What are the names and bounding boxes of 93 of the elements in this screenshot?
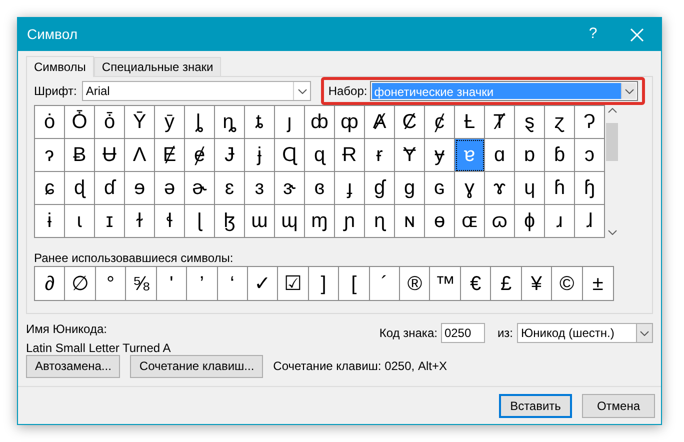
symbol-cell[interactable]: ȵ — [215, 106, 245, 140]
symbol-cell[interactable]: Ⱦ — [485, 106, 515, 140]
unicode-name-label: Имя Юникода: — [26, 321, 107, 338]
symbol-cell[interactable]: ɚ — [185, 172, 215, 206]
symbol-cell[interactable]: Ʌ — [125, 139, 155, 172]
symbol-cell[interactable]: ȸ — [305, 106, 335, 140]
from-label: из: — [497, 325, 513, 342]
symbol-cell[interactable]: ɀ — [545, 106, 575, 140]
symbol-cell[interactable]: ɍ — [365, 139, 395, 172]
symbol-cell[interactable]: Ȳ — [125, 106, 155, 140]
symbol-cell[interactable]: ȳ — [155, 106, 185, 140]
symbol-cell[interactable]: ɟ — [335, 172, 365, 206]
insert-button[interactable]: Вставить — [499, 394, 572, 418]
symbol-cell[interactable]: ɵ — [425, 205, 455, 238]
symbol-cell[interactable]: ɜ — [245, 172, 275, 206]
symbol-cell[interactable]: ȯ — [35, 106, 65, 140]
symbol-cell[interactable]: Ⱥ — [365, 106, 395, 140]
symbol-cell[interactable]: ɰ — [275, 205, 305, 238]
window-title: Символ — [27, 25, 78, 44]
symbol-cell[interactable]: ɡ — [395, 172, 425, 206]
recent-symbol[interactable]: ± — [582, 267, 614, 300]
dialog-button[interactable]: Автозамена... — [26, 354, 120, 378]
symbol-cell[interactable]: ȹ — [335, 106, 365, 140]
cancel-button[interactable]: Отмена — [582, 394, 655, 418]
symbol-cell[interactable]: Ɋ — [275, 139, 305, 172]
tab[interactable]: Символы — [26, 56, 94, 78]
font-dropdown[interactable]: Arial — [82, 81, 312, 102]
symbol-cell[interactable]: ə — [155, 172, 185, 206]
symbol-cell[interactable]: ɗ — [95, 172, 125, 206]
symbol-cell[interactable]: ɮ — [215, 205, 245, 238]
symbol-cell[interactable]: ȱ — [95, 106, 125, 140]
symbol-cell[interactable]: ɥ — [515, 172, 545, 206]
symbol-cell[interactable]: ɬ — [155, 205, 185, 238]
symbol-cell[interactable]: ɯ — [245, 205, 275, 238]
symbol-cell[interactable]: ɠ — [365, 172, 395, 206]
symbol-cell[interactable]: ɢ — [425, 172, 455, 206]
symbol-cell[interactable]: ɦ — [545, 172, 575, 206]
symbol-cell[interactable]: ȶ — [245, 106, 275, 140]
symbol-cell[interactable]: ȴ — [185, 106, 215, 140]
symbol-cell[interactable]: Ʉ — [95, 139, 125, 172]
symbol-cell[interactable]: ɪ — [95, 205, 125, 238]
symbol-cell[interactable]: ɷ — [485, 205, 515, 238]
symbol-cell[interactable]: ɋ — [305, 139, 335, 172]
symbol-cell[interactable]: ɓ — [545, 139, 575, 172]
tab[interactable]: Специальные знаки — [94, 57, 222, 76]
symbol-cell[interactable]: Ɏ — [395, 139, 425, 172]
symbol-cell[interactable]: ɱ — [305, 205, 335, 238]
symbol-cell[interactable]: ɒ — [515, 139, 545, 172]
symbol-cell[interactable]: ɨ — [35, 205, 65, 238]
symbol-cell[interactable]: ɂ — [35, 139, 65, 172]
symbol-cell[interactable]: ɇ — [185, 139, 215, 172]
symbol-cell[interactable]: ɕ — [35, 172, 65, 206]
dialog-button[interactable]: Сочетание клавиш... — [130, 354, 264, 378]
symbol-cell[interactable]: Ɍ — [335, 139, 365, 172]
symbol-cell[interactable]: ȿ — [515, 106, 545, 140]
symbol-cell[interactable]: ɤ — [485, 172, 515, 206]
symbol-cell[interactable]: ɣ — [455, 172, 485, 206]
scroll-thumb[interactable] — [606, 122, 618, 161]
symbol-cell[interactable]: ɹ — [545, 205, 575, 238]
symbol-cell[interactable]: ɭ — [185, 205, 215, 238]
code-label: Код знака: — [379, 325, 438, 342]
symbol-cell[interactable]: ȷ — [275, 106, 305, 140]
symbol-cell[interactable]: ɑ — [485, 139, 515, 172]
symbol-cell[interactable]: ɝ — [275, 172, 305, 206]
symbol-cell[interactable]: ɴ — [395, 205, 425, 238]
symbol-cell[interactable]: ɖ — [65, 172, 95, 206]
symbol-cell[interactable]: Ȱ — [65, 106, 95, 140]
symbol-cell[interactable]: ɘ — [125, 172, 155, 206]
font-label: Шрифт: — [34, 83, 77, 100]
from-dropdown[interactable]: Юникод (шестн.) — [517, 323, 653, 344]
symbol-cell[interactable]: ȼ — [425, 106, 455, 140]
close-icon — [630, 28, 644, 42]
shortcut-text: Сочетание клавиш: 0250, Alt+X — [273, 358, 447, 376]
chevron-icon — [640, 330, 649, 336]
subset-label: Набор: — [328, 83, 368, 100]
unicode-name: Latin Small Letter Turned A — [26, 340, 171, 358]
symbol-cell[interactable]: ɉ — [245, 139, 275, 172]
symbol-cell[interactable]: ɞ — [305, 172, 335, 206]
code-field[interactable]: 0250 — [441, 323, 486, 344]
symbol-cell[interactable]: Ɉ — [215, 139, 245, 172]
symbol-cell[interactable]: ɛ — [215, 172, 245, 206]
symbol-cell[interactable]: Ɇ — [155, 139, 185, 172]
symbol-cell[interactable]: ɩ — [65, 205, 95, 238]
symbol-cell[interactable]: Ƀ — [65, 139, 95, 172]
recent-symbols-label: Ранее использовавшиеся символы: — [34, 250, 234, 264]
symbol-cell[interactable]: ɳ — [365, 205, 395, 238]
chevron-icon — [624, 88, 634, 94]
symbol-cell[interactable]: ɲ — [335, 205, 365, 238]
symbol-cell[interactable]: ɸ — [515, 205, 545, 238]
symbol-cell[interactable]: ɫ — [125, 205, 155, 238]
chevron-icon — [298, 88, 307, 94]
symbol-cell[interactable]: ɶ — [455, 205, 485, 238]
symbol-cell[interactable]: Ȼ — [395, 106, 425, 140]
